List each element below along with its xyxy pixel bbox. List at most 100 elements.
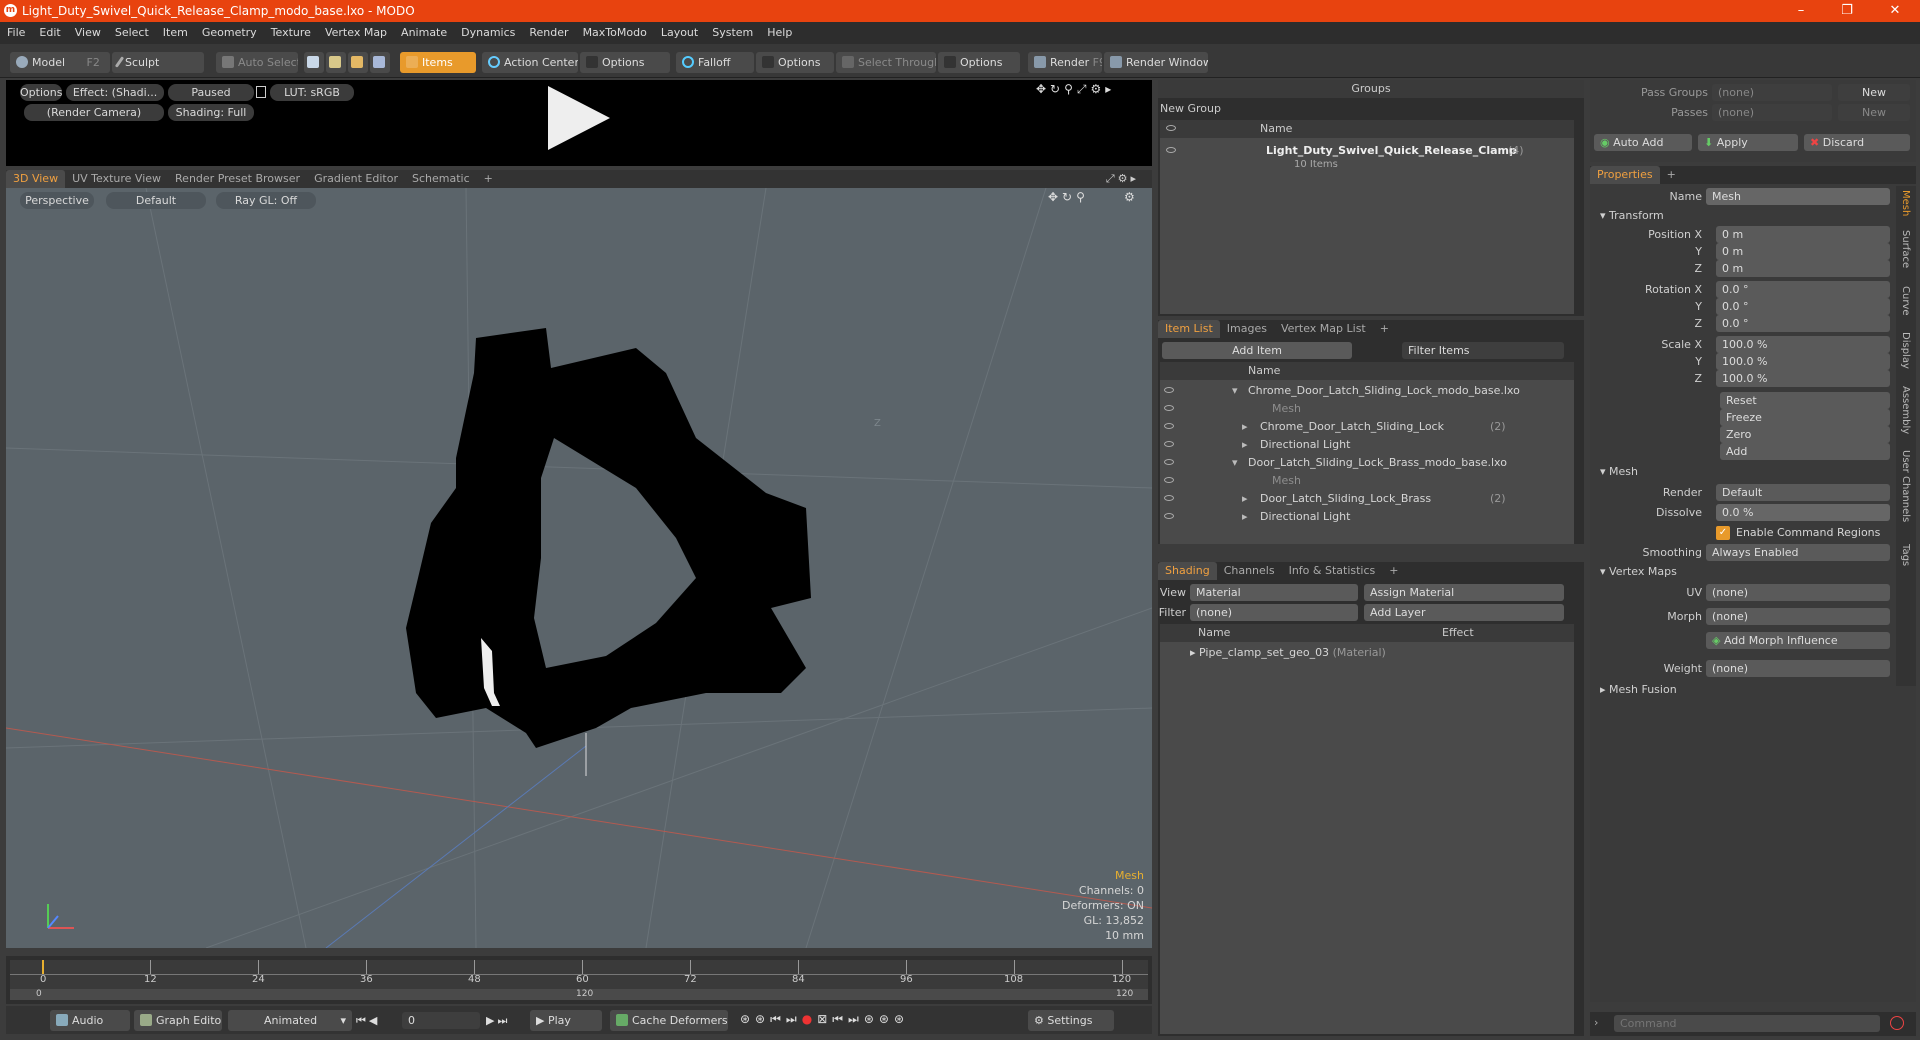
rotation-y-field[interactable]: 0.0 ° [1716,298,1890,315]
viewport-tab-icons[interactable]: ⤢⚙▸ [1099,170,1146,188]
vertex-maps-section[interactable]: ▾ Vertex Maps [1600,564,1677,580]
uv-dropdown[interactable]: (none) [1706,584,1890,601]
position-z-field[interactable]: 0 m [1716,260,1890,277]
graph-editor-button[interactable]: Graph Editor [134,1010,222,1031]
expand-icon[interactable]: ▾ [1232,382,1238,400]
freeze-dropdown[interactable]: Freeze [1720,409,1890,426]
side-tab-tags[interactable]: Tags [1900,544,1911,566]
filter-dropdown[interactable]: (none) [1190,604,1358,621]
edges-mode-button[interactable] [326,52,346,73]
item-list-row[interactable]: ▾ Door_Latch_Sliding_Lock_Brass_modo_base… [1164,454,1570,472]
action-center-options-button[interactable]: Options [580,52,670,73]
expand-icon[interactable]: ▸ [1242,490,1248,508]
select-through-button[interactable]: Select Through [836,52,936,73]
add-tab-button[interactable]: + [1373,320,1396,338]
viewport-3d[interactable]: Perspective Default Ray GL: Off ✥↻⚲ ⚙ Z … [6,188,1152,948]
vertices-mode-button[interactable] [304,52,324,73]
preview-nav-icons[interactable]: ✥↻⚲⤢⚙▸ [1036,82,1115,97]
weight-dropdown[interactable]: (none) [1706,660,1890,677]
visibility-icon[interactable] [1164,477,1174,483]
menu-file[interactable]: File [0,22,32,44]
group-row[interactable]: Light_Duty_Swivel_Quick_Release_Clamp (4… [1166,142,1566,160]
pass-groups-dropdown[interactable]: (none) [1712,84,1832,101]
sculpt-mode-button[interactable]: Sculpt [112,52,204,73]
scale-y-field[interactable]: 100.0 % [1716,353,1890,370]
items-mode-button[interactable]: Items [400,52,476,73]
visibility-icon[interactable] [1164,513,1174,519]
scale-z-field[interactable]: 100.0 % [1716,370,1890,387]
new-pass-group-button[interactable]: New [1838,84,1910,101]
maximize-icon[interactable]: ❐ [1824,0,1870,22]
transform-section[interactable]: ▾ Transform [1600,208,1664,224]
new-pass-button[interactable]: New [1838,104,1910,121]
visibility-icon[interactable] [1164,423,1174,429]
perspective-dropdown[interactable]: Perspective [20,192,94,209]
audio-button[interactable]: Audio [50,1010,130,1031]
menu-dynamics[interactable]: Dynamics [454,22,522,44]
side-tab-assembly[interactable]: Assembly [1900,386,1911,434]
expand-icon[interactable]: ▸ [1242,436,1248,454]
playhead[interactable] [42,960,44,974]
add-tab-button[interactable]: + [1660,166,1683,184]
add-tab-button[interactable]: + [1382,562,1405,580]
add-tab-button[interactable]: + [477,170,500,188]
render-button[interactable]: Render F9 [1028,52,1102,73]
expand-icon[interactable]: ▸ [1242,508,1248,526]
auto-add-button[interactable]: ◉ Auto Add [1594,134,1692,151]
polygons-mode-button[interactable] [348,52,368,73]
rotation-z-field[interactable]: 0.0 ° [1716,315,1890,332]
visibility-icon[interactable] [1164,441,1174,447]
visibility-icon[interactable] [1166,147,1176,153]
tab-schematic[interactable]: Schematic [405,170,477,188]
lut-dropdown[interactable]: LUT: sRGB [270,84,354,101]
assign-material-dropdown[interactable]: Assign Material [1364,584,1564,601]
side-tab-display[interactable]: Display [1900,332,1911,369]
shading-dropdown[interactable]: Shading: Full [168,104,254,121]
preview-paused-button[interactable]: Paused [168,84,254,101]
preview-options-button[interactable]: Options [20,84,62,101]
auto-select-button[interactable]: Auto Select [216,52,298,73]
reset-dropdown[interactable]: Reset [1720,392,1890,409]
visibility-icon[interactable] [1164,405,1174,411]
expand-icon[interactable]: ▸ [1190,646,1199,659]
passes-dropdown[interactable]: (none) [1712,104,1832,121]
menu-render[interactable]: Render [522,22,575,44]
tab-properties[interactable]: Properties [1590,166,1660,184]
side-tab-surface[interactable]: Surface [1900,230,1911,268]
preview-effect-dropdown[interactable]: Effect: (Shadi... [66,84,164,101]
raygl-dropdown[interactable]: Ray GL: Off [216,192,316,209]
select-options-button[interactable]: Options [938,52,1020,73]
tab-render-preset-browser[interactable]: Render Preset Browser [168,170,307,188]
viewport-nav-icons[interactable]: ✥↻⚲ [1048,190,1089,204]
cache-deformers-button[interactable]: Cache Deformers [610,1010,728,1031]
expand-icon[interactable]: ▾ [1232,454,1238,472]
menu-system[interactable]: System [705,22,760,44]
menu-select[interactable]: Select [108,22,156,44]
command-input[interactable] [1614,1015,1880,1032]
materials-mode-button[interactable] [370,52,390,73]
falloff-button[interactable]: Falloff [676,52,754,73]
mesh-section[interactable]: ▾ Mesh [1600,464,1638,480]
item-list-row[interactable]: ▸ Chrome_Door_Latch_Sliding_Lock (2) [1164,418,1570,436]
menu-maxtomodo[interactable]: MaxToModo [576,22,654,44]
menu-layout[interactable]: Layout [654,22,705,44]
position-x-field[interactable]: 0 m [1716,226,1890,243]
side-tab-mesh[interactable]: Mesh [1900,190,1911,216]
visibility-icon[interactable] [1164,459,1174,465]
menu-texture[interactable]: Texture [264,22,318,44]
lock-icon[interactable] [256,86,266,98]
side-tab-curve[interactable]: Curve [1900,286,1911,316]
tab-channels[interactable]: Channels [1217,562,1282,580]
expand-icon[interactable]: ▸ [1242,418,1248,436]
menu-edit[interactable]: Edit [32,22,67,44]
item-list-row[interactable]: ▸ Directional Light [1164,436,1570,454]
close-icon[interactable]: ✕ [1872,0,1918,22]
filter-items-input[interactable]: Filter Items [1402,342,1564,359]
tab-item-list[interactable]: Item List [1158,320,1220,338]
add-item-dropdown[interactable]: Add Item [1162,342,1352,359]
viewport-settings-icon[interactable]: ⚙ [1124,190,1135,204]
zero-dropdown[interactable]: Zero [1720,426,1890,443]
dissolve-field[interactable]: 0.0 % [1716,504,1890,521]
menu-help[interactable]: Help [760,22,799,44]
menu-vertex-map[interactable]: Vertex Map [318,22,394,44]
